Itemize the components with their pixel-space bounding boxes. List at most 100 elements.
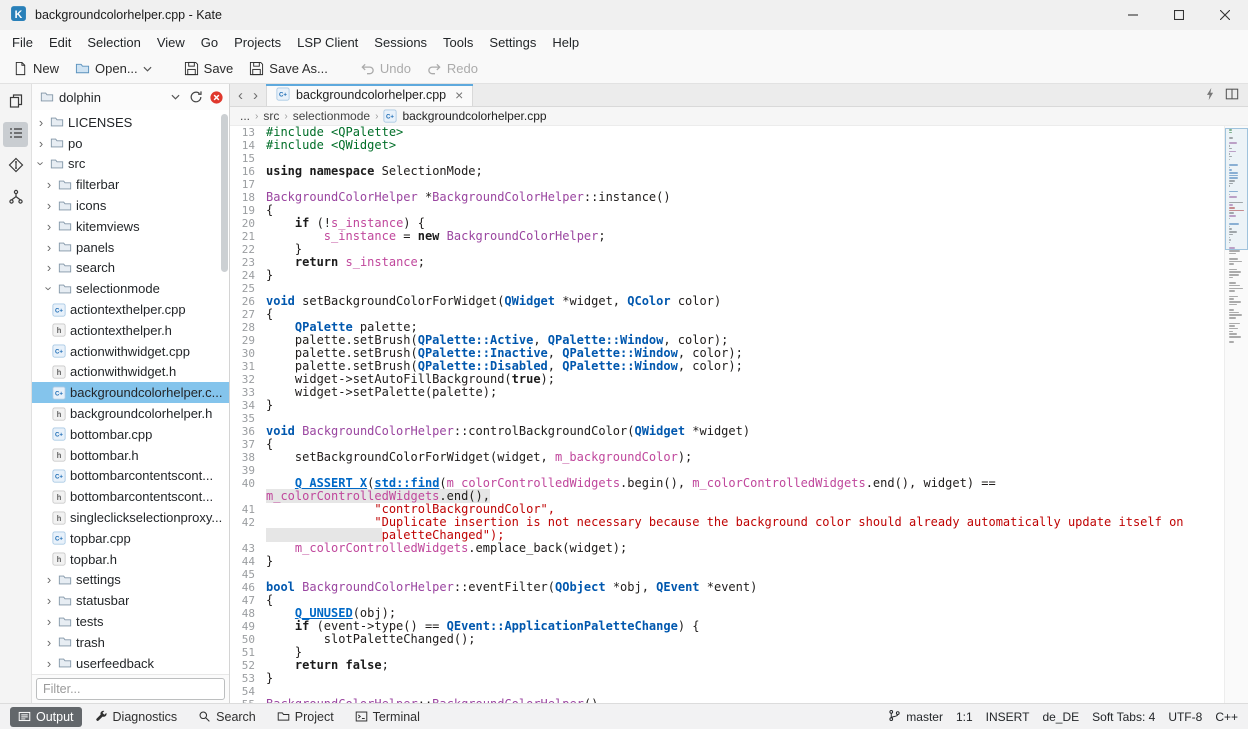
tree-item[interactable]: ›statusbar — [32, 590, 229, 611]
code-line[interactable]: 14#include <QWidget> — [230, 139, 1224, 152]
menu-tools[interactable]: Tools — [435, 32, 481, 53]
menu-go[interactable]: Go — [193, 32, 226, 53]
expander-icon[interactable]: › — [44, 177, 54, 192]
tree-item[interactable]: C+bottombarcontentscont... — [32, 466, 229, 487]
tree-item[interactable]: C+topbar.cpp — [32, 528, 229, 549]
dictionary-indicator[interactable]: de_DE — [1042, 710, 1079, 724]
menu-selection[interactable]: Selection — [79, 32, 148, 53]
menu-help[interactable]: Help — [544, 32, 587, 53]
input-mode-indicator[interactable]: INSERT — [986, 710, 1030, 724]
breadcrumb-segment[interactable]: selectionmode — [293, 109, 370, 123]
menu-view[interactable]: View — [149, 32, 193, 53]
code-line[interactable]: 43 m_colorControlledWidgets.emplace_back… — [230, 542, 1224, 555]
refresh-icon[interactable] — [189, 90, 203, 104]
code-line[interactable]: 33 widget->setPalette(palette); — [230, 386, 1224, 399]
git-branch-indicator[interactable]: master — [888, 709, 943, 725]
menu-edit[interactable]: Edit — [41, 32, 79, 53]
code-line[interactable]: 34} — [230, 399, 1224, 412]
expander-icon[interactable]: › — [44, 219, 54, 234]
tree-item[interactable]: hbottombarcontentscont... — [32, 486, 229, 507]
code-line[interactable]: 50 slotPaletteChanged(); — [230, 633, 1224, 646]
tree-item[interactable]: ›kitemviews — [32, 216, 229, 237]
tree-item[interactable]: ›src — [32, 154, 229, 175]
diagnostics-button[interactable]: Diagnostics — [87, 707, 186, 727]
expander-icon[interactable]: › — [44, 198, 54, 213]
save-button[interactable]: Save — [177, 57, 241, 80]
expander-icon[interactable]: › — [34, 159, 49, 169]
tree-item[interactable]: C+actiontexthelper.cpp — [32, 299, 229, 320]
split-view-icon[interactable] — [1225, 87, 1239, 104]
expander-icon[interactable]: › — [44, 614, 54, 629]
tree-item[interactable]: ›settings — [32, 570, 229, 591]
expander-icon[interactable]: › — [36, 115, 46, 130]
tree-item[interactable]: ›filterbar — [32, 174, 229, 195]
cursor-position-indicator[interactable]: 1:1 — [956, 710, 973, 724]
tree-item[interactable]: ›trash — [32, 632, 229, 653]
menu-settings[interactable]: Settings — [481, 32, 544, 53]
code-line[interactable]: 46bool BackgroundColorHelper::eventFilte… — [230, 581, 1224, 594]
symbols-toolview-button[interactable] — [3, 186, 28, 211]
code-line[interactable]: 38 setBackgroundColorForWidget(widget, m… — [230, 451, 1224, 464]
tree-item[interactable]: ›tests — [32, 611, 229, 632]
breadcrumb-file[interactable]: backgroundcolorhelper.cpp — [402, 109, 546, 123]
code-line[interactable]: 26void setBackgroundColorForWidget(QWidg… — [230, 295, 1224, 308]
tree-item[interactable]: ›po — [32, 133, 229, 154]
code-line[interactable]: 16using namespace SelectionMode; — [230, 165, 1224, 178]
encoding-indicator[interactable]: UTF-8 — [1168, 710, 1202, 724]
code-line[interactable]: 23 return s_instance; — [230, 256, 1224, 269]
code-line[interactable]: 21 s_instance = new BackgroundColorHelpe… — [230, 230, 1224, 243]
breadcrumb-segment[interactable]: src — [263, 109, 279, 123]
maximize-button[interactable] — [1156, 0, 1202, 30]
quick-open-icon[interactable] — [1205, 87, 1215, 104]
tree-item[interactable]: ›icons — [32, 195, 229, 216]
tab-backgroundcolorhelper[interactable]: C+ backgroundcolorhelper.cpp × — [266, 84, 473, 106]
menu-lsp-client[interactable]: LSP Client — [289, 32, 366, 53]
code-line[interactable]: 44} — [230, 555, 1224, 568]
code-line[interactable]: 18BackgroundColorHelper *BackgroundColor… — [230, 191, 1224, 204]
tree-item[interactable]: ›selectionmode — [32, 278, 229, 299]
expander-icon[interactable]: › — [44, 656, 54, 671]
code-line[interactable]: 55BackgroundColorHelper::BackgroundColor… — [230, 698, 1224, 703]
menu-file[interactable]: File — [4, 32, 41, 53]
menu-projects[interactable]: Projects — [226, 32, 289, 53]
expander-icon[interactable]: › — [44, 260, 54, 275]
tree-item[interactable]: hactiontexthelper.h — [32, 320, 229, 341]
code-line[interactable]: 36void BackgroundColorHelper::controlBac… — [230, 425, 1224, 438]
documents-toolview-button[interactable] — [3, 90, 28, 115]
tree-item[interactable]: hbackgroundcolorhelper.h — [32, 403, 229, 424]
tree-item[interactable]: ›LICENSES — [32, 112, 229, 133]
code-line[interactable]: 53} — [230, 672, 1224, 685]
tree-item[interactable]: C+actionwithwidget.cpp — [32, 341, 229, 362]
project-selector[interactable]: dolphin — [37, 88, 183, 107]
tree-scrollbar[interactable] — [221, 114, 228, 272]
minimap-viewport[interactable] — [1225, 128, 1248, 250]
expander-icon[interactable]: › — [36, 136, 46, 151]
code-line[interactable]: 52 return false; — [230, 659, 1224, 672]
tree-item[interactable]: hactionwithwidget.h — [32, 362, 229, 383]
minimize-button[interactable] — [1110, 0, 1156, 30]
expander-icon[interactable]: › — [44, 240, 54, 255]
tree-item[interactable]: C+backgroundcolorhelper.c... — [32, 382, 229, 403]
tab-mode-indicator[interactable]: Soft Tabs: 4 — [1092, 710, 1155, 724]
tree-item[interactable]: ›panels — [32, 237, 229, 258]
code-line[interactable]: 24} — [230, 269, 1224, 282]
nav-back-icon[interactable]: ‹ — [238, 87, 243, 104]
nav-forward-icon[interactable]: › — [253, 87, 258, 104]
tree-item[interactable]: ›search — [32, 258, 229, 279]
highlight-mode-indicator[interactable]: C++ — [1215, 710, 1238, 724]
tab-close-icon[interactable]: × — [455, 88, 463, 102]
project-button[interactable]: Project — [269, 707, 342, 727]
projects-toolview-button[interactable] — [3, 122, 28, 147]
expander-icon[interactable]: › — [42, 284, 57, 294]
git-toolview-button[interactable] — [3, 154, 28, 179]
tree-item[interactable]: hsingleclickselectionproxy... — [32, 507, 229, 528]
expander-icon[interactable]: › — [44, 593, 54, 608]
tree-item[interactable]: hbottombar.h — [32, 445, 229, 466]
tree-item[interactable]: ›userfeedback — [32, 653, 229, 674]
close-project-icon[interactable] — [209, 90, 224, 105]
search-button[interactable]: Search — [190, 707, 264, 727]
output-button[interactable]: Output — [10, 707, 82, 727]
tree-item[interactable]: C+bottombar.cpp — [32, 424, 229, 445]
terminal-button[interactable]: Terminal — [347, 707, 428, 727]
breadcrumb-segment[interactable]: ... — [240, 109, 250, 123]
